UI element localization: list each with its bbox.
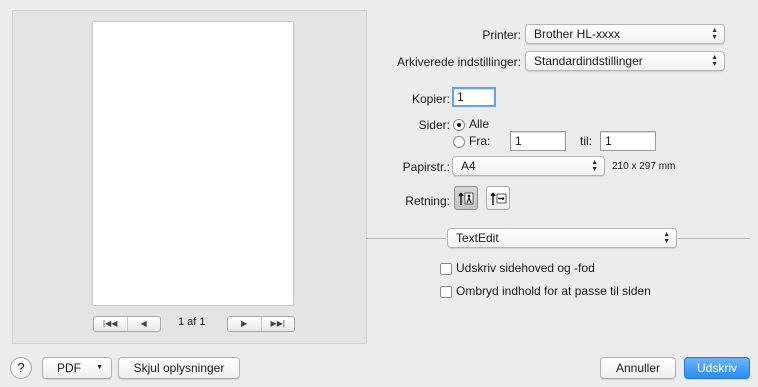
section-popup[interactable]: TextEdit ▲ ▼ [447, 228, 677, 248]
dropdown-arrow-icon: ▼ [96, 364, 103, 371]
section-value: TextEdit [456, 231, 499, 245]
presets-value: Standardindstillinger [534, 54, 643, 68]
first-page-button[interactable]: |◀◀ [94, 317, 127, 331]
hide-details-button[interactable]: Skjul oplysninger [118, 357, 240, 379]
wrap-contents-label: Ombryd indhold for at passe til siden [456, 284, 651, 298]
preview-nav-forward-group: ▶ ▶▶| [227, 316, 295, 332]
page-preview [93, 22, 293, 305]
presets-label: Arkiverede indstillinger: [396, 55, 521, 69]
popup-arrows-icon: ▲ ▼ [711, 54, 718, 68]
pages-from-label: Fra: [469, 134, 491, 148]
wrap-contents-checkbox[interactable] [440, 286, 452, 298]
printer-popup[interactable]: Brother HL-xxxx ▲ ▼ [525, 24, 725, 44]
paper-size-value: A4 [461, 159, 476, 173]
print-button[interactable]: Udskriv [684, 357, 750, 379]
last-page-button[interactable]: ▶▶| [260, 317, 295, 331]
pages-to-field[interactable]: 1 [600, 131, 656, 151]
portrait-orientation-button[interactable] [454, 186, 478, 210]
popup-arrows-icon: ▲ ▼ [711, 27, 718, 41]
previous-page-button[interactable]: ◀ [126, 317, 161, 331]
pages-to-label: til: [580, 134, 592, 148]
pages-from-radio[interactable] [453, 136, 465, 148]
paper-dimensions: 210 x 297 mm [612, 161, 676, 172]
landscape-orientation-icon [490, 192, 507, 205]
preview-nav-back-group: |◀◀ ◀ [93, 316, 161, 332]
copies-field[interactable]: 1 [452, 87, 496, 107]
cancel-button[interactable]: Annuller [600, 357, 676, 379]
next-page-button[interactable]: ▶ [228, 317, 261, 331]
section-separator-right [678, 238, 750, 239]
popup-arrows-icon: ▲ ▼ [591, 159, 598, 173]
paper-size-label: Papirstr.: [402, 160, 450, 174]
paper-size-popup[interactable]: A4 ▲ ▼ [452, 156, 605, 176]
pages-from-field[interactable]: 1 [510, 131, 566, 151]
pdf-menu-button[interactable]: PDF ▼ [42, 357, 112, 379]
printer-value: Brother HL-xxxx [534, 27, 621, 41]
pages-label: Sider: [418, 118, 450, 132]
pages-all-radio[interactable] [453, 119, 465, 131]
popup-arrows-icon: ▲ ▼ [663, 231, 670, 245]
printer-label: Printer: [482, 28, 521, 42]
copies-label: Kopier: [411, 92, 450, 106]
print-header-footer-label: Udskriv sidehoved og -fod [456, 261, 595, 275]
print-header-footer-checkbox[interactable] [440, 263, 452, 275]
landscape-orientation-button[interactable] [486, 186, 510, 210]
section-separator-left [366, 238, 446, 239]
orientation-label: Retning: [405, 194, 450, 208]
page-count: 1 af 1 [178, 316, 206, 328]
portrait-orientation-icon [458, 192, 474, 205]
pdf-label: PDF [57, 361, 81, 375]
presets-popup[interactable]: Standardindstillinger ▲ ▼ [525, 51, 725, 71]
pages-all-label: Alle [469, 117, 490, 131]
help-button[interactable]: ? [10, 357, 32, 379]
